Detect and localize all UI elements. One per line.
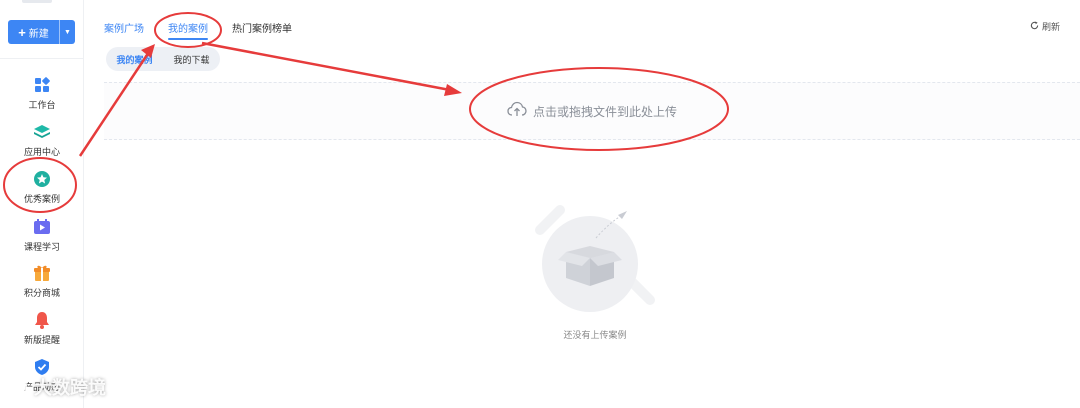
watermark-logo-icon <box>10 376 28 399</box>
sidebar-item-label: 课程学习 <box>23 242 60 252</box>
gift-icon <box>33 264 51 282</box>
empty-state-text: 还没有上传案例 <box>563 330 627 340</box>
sidebar-item-excellent-cases[interactable]: 优秀案例 <box>0 170 84 205</box>
sidebar-item-new-version[interactable]: 新版提醒 <box>0 311 84 346</box>
tab-hot-cases-ranking[interactable]: 热门案例榜单 <box>232 20 292 40</box>
cloud-upload-icon <box>507 101 527 122</box>
refresh-icon <box>1030 21 1039 32</box>
refresh-label: 刷新 <box>1041 22 1060 32</box>
sidebar-item-label: 优秀案例 <box>23 194 60 204</box>
star-icon <box>33 170 51 188</box>
watermark-text: 大数跨境 <box>34 378 106 398</box>
bell-icon <box>33 311 51 329</box>
sidebar-item-label: 积分商城 <box>23 288 60 298</box>
tab-my-cases[interactable]: 我的案例 <box>168 20 208 40</box>
upload-dropzone[interactable]: 点击或拖拽文件到此处上传 <box>104 82 1080 140</box>
sidebar-top-divider <box>22 0 52 3</box>
plus-icon: + <box>18 24 26 40</box>
sidebar-item-label: 工作台 <box>28 100 56 110</box>
watermark: 大数跨境 <box>10 374 106 400</box>
sidebar-item-app-center[interactable]: 应用中心 <box>0 123 84 158</box>
sidebar-item-points-mall[interactable]: 积分商城 <box>0 264 84 299</box>
new-button-main[interactable]: + 新建 <box>8 20 59 44</box>
video-icon <box>33 218 51 236</box>
sidebar-item-label: 应用中心 <box>23 147 60 157</box>
layers-icon <box>33 123 51 141</box>
subtabs: 我的案例 我的下载 <box>106 47 220 71</box>
case-tabs: 案例广场 我的案例 热门案例榜单 <box>104 20 316 40</box>
sidebar: + 新建 ▼ 工作台 应用中心 优秀案例 课程学习 积分商城 新版提醒 产品动态 <box>0 0 84 408</box>
new-button-label: 新建 <box>28 28 49 40</box>
empty-illustration <box>530 200 660 320</box>
new-dropdown-button[interactable]: ▼ <box>59 20 75 44</box>
subtab-my-downloads[interactable]: 我的下载 <box>163 53 220 66</box>
new-button[interactable]: + 新建 ▼ <box>8 20 75 44</box>
refresh-button[interactable]: 刷新 <box>1030 20 1060 33</box>
sidebar-divider <box>0 58 84 59</box>
sidebar-item-workbench[interactable]: 工作台 <box>0 76 84 111</box>
upload-label: 点击或拖拽文件到此处上传 <box>532 104 677 119</box>
subtab-my-cases[interactable]: 我的案例 <box>106 53 163 66</box>
sidebar-item-courses[interactable]: 课程学习 <box>0 218 84 253</box>
tab-case-plaza[interactable]: 案例广场 <box>104 20 144 40</box>
caret-down-icon: ▼ <box>64 28 71 36</box>
sidebar-item-label: 新版提醒 <box>23 335 60 345</box>
dashboard-icon <box>33 76 51 94</box>
